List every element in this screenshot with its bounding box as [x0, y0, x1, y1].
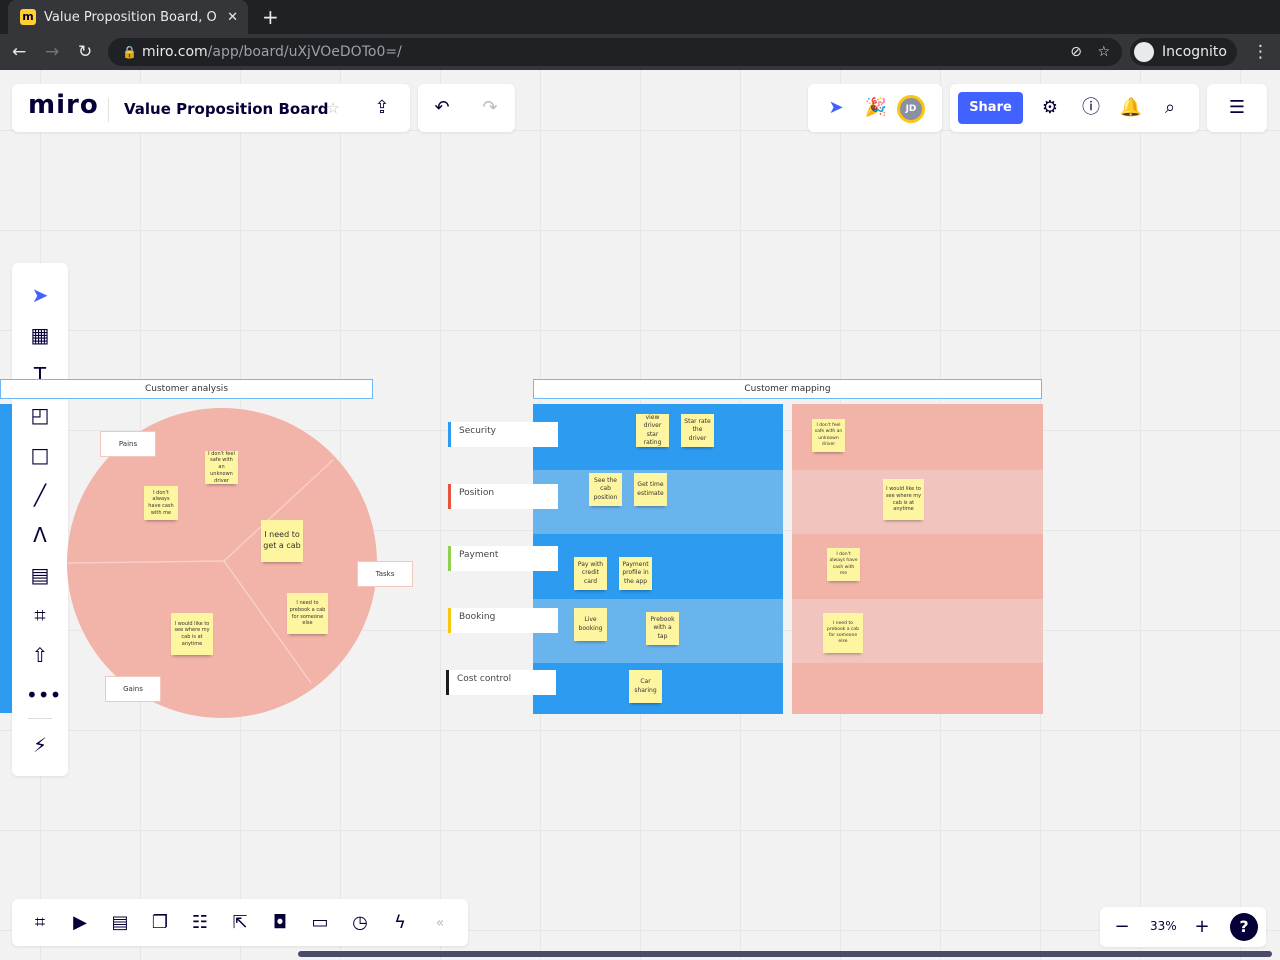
tag-pains[interactable]: Pains: [100, 431, 156, 457]
mapping-row: [792, 663, 1043, 714]
row-label-security[interactable]: Security: [448, 422, 558, 447]
sticky-note[interactable]: See the cab position: [589, 473, 622, 506]
sticky-note[interactable]: Car sharing: [629, 670, 662, 703]
sticky-note[interactable]: view driver star rating: [636, 414, 669, 447]
sticky-note[interactable]: I need to prebook a cab for someone else: [287, 593, 328, 634]
help-button[interactable]: ?: [1230, 913, 1258, 941]
row-label-payment[interactable]: Payment: [448, 546, 558, 571]
sticky-note[interactable]: I would like to see where my cab is at a…: [171, 613, 213, 655]
timer-icon[interactable]: ◷: [346, 909, 374, 937]
sticky-note[interactable]: I need to prebook a cab for someone else: [823, 613, 863, 653]
comments-icon[interactable]: ▤: [106, 909, 134, 937]
zoom-level[interactable]: 33%: [1150, 919, 1177, 933]
sticky-note[interactable]: I don't always have cash with me: [144, 486, 178, 520]
cards-list-icon[interactable]: ☷: [186, 909, 214, 937]
sticky-note[interactable]: Payment profile in the app: [619, 557, 652, 590]
presentation-icon[interactable]: ▶: [66, 909, 94, 937]
video-call-icon[interactable]: ▭: [306, 909, 334, 937]
row-label-position[interactable]: Position: [448, 484, 558, 509]
sticky-note[interactable]: Live booking: [574, 608, 607, 641]
lightning-icon[interactable]: ϟ: [386, 909, 414, 937]
customer-mapping-title[interactable]: Customer mapping: [533, 379, 1042, 399]
chat-icon[interactable]: ❐: [146, 909, 174, 937]
sticky-note[interactable]: I don't always have cash with me: [827, 548, 860, 581]
screen-share-icon[interactable]: ⇱: [226, 909, 254, 937]
collapse-icon[interactable]: «: [426, 909, 454, 937]
sticky-note[interactable]: Prebook with a tap: [646, 612, 679, 645]
row-label-cost-control[interactable]: Cost control: [446, 670, 556, 695]
sticky-note[interactable]: I don't feel safe with an unknown driver: [205, 451, 238, 484]
sticky-note[interactable]: Star rate the driver: [681, 414, 714, 447]
tag-tasks[interactable]: Tasks: [357, 561, 413, 587]
horizontal-scrollbar[interactable]: [298, 951, 1272, 957]
zoom-controls: − 33% + ?: [1100, 907, 1266, 947]
mapping-row: [533, 534, 783, 599]
sticky-note[interactable]: I would like to see where my cab is at a…: [883, 479, 924, 520]
frames-icon[interactable]: ⌗: [26, 909, 54, 937]
voting-icon[interactable]: ◘: [266, 909, 294, 937]
row-label-booking[interactable]: Booking: [448, 608, 558, 633]
sticky-note[interactable]: I need to get a cab: [261, 520, 303, 562]
sticky-note[interactable]: Get time estimate: [634, 473, 667, 506]
sticky-note[interactable]: I don't feel safe with an unknown driver: [812, 419, 845, 452]
sticky-note[interactable]: Pay with credit card: [574, 557, 607, 590]
zoom-in-icon[interactable]: +: [1188, 913, 1216, 941]
zoom-out-icon[interactable]: −: [1108, 913, 1136, 941]
tag-gains[interactable]: Gains: [105, 676, 161, 702]
